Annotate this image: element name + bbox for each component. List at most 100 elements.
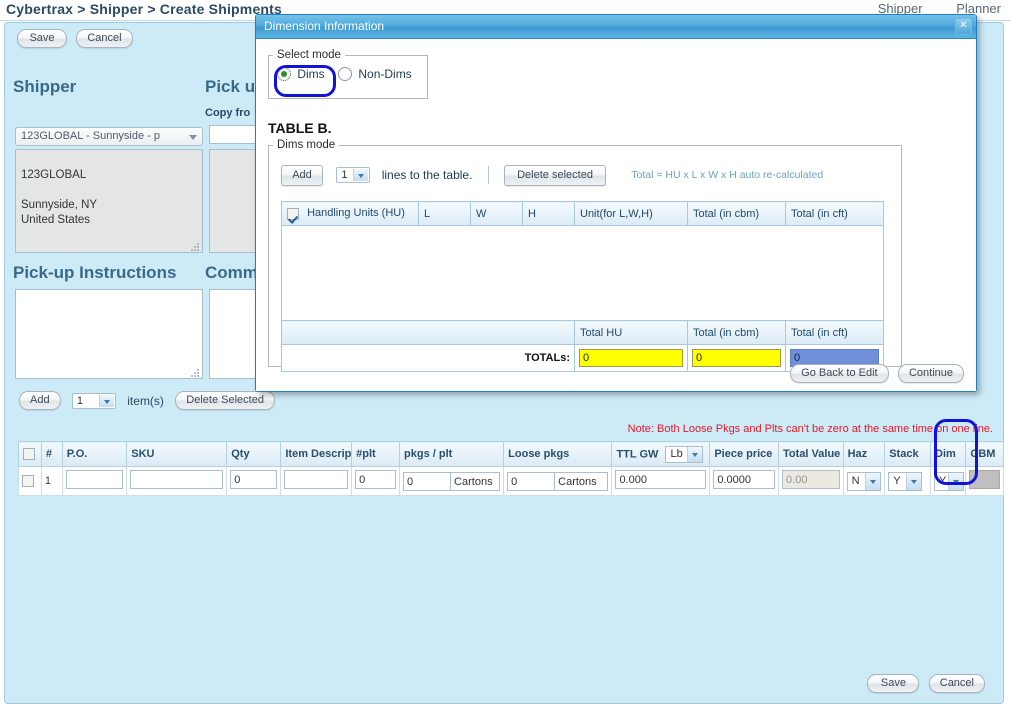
resize-grip-icon[interactable] xyxy=(191,368,200,377)
col-pkgs-per-plt: pkgs / plt xyxy=(399,441,505,467)
continue-button[interactable]: Continue xyxy=(897,364,964,383)
add-item-button[interactable]: Add xyxy=(19,391,61,410)
consignee-address-box xyxy=(209,149,261,253)
loose-pkgs-unit-input[interactable]: Cartons xyxy=(555,471,609,491)
dims-col-hu: Handling Units (HU) xyxy=(281,201,419,226)
qty-input[interactable]: 0 xyxy=(230,470,278,489)
dimension-information-dialog: Dimension Information ✕ Select mode Dims… xyxy=(255,14,977,392)
col-total-value: Total Value xyxy=(778,441,844,467)
bottom-cancel-button[interactable]: Cancel xyxy=(928,674,985,693)
ttl-gw-unit-select[interactable]: Lb xyxy=(665,445,704,463)
cell-number: 1 xyxy=(40,466,63,496)
col-item-description: Item Descrip xyxy=(280,441,353,467)
items-toolbar: Add 1 item(s) Delete Selected xyxy=(19,391,275,410)
comments-textarea[interactable] xyxy=(209,289,261,379)
po-input[interactable] xyxy=(65,470,124,489)
sku-input[interactable] xyxy=(130,470,224,489)
dialog-title-bar[interactable]: Dimension Information ✕ xyxy=(256,15,976,39)
total-value-input: 0.00 xyxy=(782,470,840,489)
total-cbm-input[interactable]: 0 xyxy=(692,349,781,367)
pickup-heading: Pick up xyxy=(205,77,261,96)
cell-select xyxy=(18,466,42,496)
dims-col-h: H xyxy=(522,201,575,226)
col-ttl-gw-label: TTL GW xyxy=(616,447,659,460)
delete-selected-items-button[interactable]: Delete Selected xyxy=(175,391,275,410)
comments-heading: Comme xyxy=(205,263,261,282)
total-hu-input[interactable]: 0 xyxy=(579,349,683,367)
totals-word-label: TOTALs: xyxy=(281,344,575,372)
dims-radio[interactable] xyxy=(277,66,291,81)
resize-grip-icon[interactable] xyxy=(191,242,200,251)
dims-empty-body-row xyxy=(281,225,884,321)
dialog-body: Select mode Dims Non-Dims TABLE B. Dims … xyxy=(256,39,976,391)
lines-count-value: 1 xyxy=(341,168,348,181)
cbm-input xyxy=(969,470,1000,489)
select-all-checkbox[interactable] xyxy=(23,448,35,461)
chevron-down-icon xyxy=(906,472,922,490)
dims-col-w: W xyxy=(470,201,523,226)
chevron-down-icon xyxy=(864,472,880,490)
select-mode-group: Select mode Dims Non-Dims xyxy=(268,49,428,99)
dims-total-cft-header: Total (in cft) xyxy=(785,320,884,345)
cell-pkgs-per-plt: 0 Cartons xyxy=(399,466,505,496)
cell-dim: Y xyxy=(930,466,967,496)
shipper-select[interactable]: 123GLOBAL - Sunnyside - p xyxy=(15,127,203,146)
cell-cbm xyxy=(965,466,1004,496)
chevron-down-icon xyxy=(98,394,114,407)
item-description-input[interactable] xyxy=(284,470,349,489)
ttl-gw-unit-value: Lb xyxy=(670,447,683,460)
stack-select[interactable]: Y xyxy=(888,471,923,491)
lines-count-select[interactable]: 1 xyxy=(336,166,371,183)
go-back-to-edit-button[interactable]: Go Back to Edit xyxy=(790,364,889,383)
pkgs-per-plt-group: 0 Cartons xyxy=(403,471,501,491)
col-qty: Qty xyxy=(226,441,282,467)
pkgs-per-plt-qty-input[interactable]: 0 xyxy=(403,471,452,491)
pkgs-per-plt-unit-input[interactable]: Cartons xyxy=(451,471,501,491)
top-save-button[interactable]: Save xyxy=(17,29,67,48)
dim-select[interactable]: Y xyxy=(934,471,965,491)
bottom-save-button[interactable]: Save xyxy=(867,674,920,693)
haz-select[interactable]: N xyxy=(846,471,881,491)
shipper-heading: Shipper xyxy=(13,77,77,96)
non-dims-radio-label: Non-Dims xyxy=(358,66,412,81)
top-action-bar: Save Cancel xyxy=(17,29,139,48)
plt-input[interactable]: 0 xyxy=(355,470,397,489)
dims-select-all-checkbox[interactable] xyxy=(287,207,299,220)
non-dims-radio[interactable] xyxy=(338,66,353,81)
col-ttl-gw: TTL GW Lb xyxy=(611,441,711,467)
dims-col-total-cft: Total (in cft) xyxy=(785,201,884,226)
stack-value: Y xyxy=(893,474,901,487)
copy-from-input[interactable] xyxy=(209,125,261,144)
item-count-select[interactable]: 1 xyxy=(71,392,116,409)
loose-pkgs-qty-input[interactable]: 0 xyxy=(507,471,556,491)
item-count-value: 1 xyxy=(76,394,84,407)
ttl-gw-input[interactable]: 0.000 xyxy=(615,470,707,489)
top-cancel-button[interactable]: Cancel xyxy=(76,29,133,48)
pickup-instructions-textarea[interactable] xyxy=(15,289,203,379)
lines-to-table-label: lines to the table. xyxy=(381,167,473,182)
dims-empty-area xyxy=(281,225,884,321)
dims-total-cbm-cell: 0 xyxy=(687,344,786,372)
delete-selected-lines-button[interactable]: Delete selected xyxy=(504,165,606,186)
cell-haz: N xyxy=(842,466,886,496)
piece-price-input[interactable]: 0.0000 xyxy=(713,470,776,489)
close-icon[interactable]: ✕ xyxy=(955,18,972,35)
row-select-checkbox[interactable] xyxy=(22,475,34,488)
cell-item-description xyxy=(280,466,353,496)
col-sku: SKU xyxy=(126,441,228,467)
dims-mode-group: Dims mode Add 1 lines to the table. Dele… xyxy=(268,139,902,372)
col-dim: Dim xyxy=(930,441,967,467)
select-mode-legend: Select mode xyxy=(277,49,341,61)
copy-from-label: Copy fro xyxy=(205,107,251,119)
dialog-footer: Go Back to Edit Continue xyxy=(784,364,964,383)
toolbar-divider xyxy=(487,165,489,184)
cell-total-value: 0.00 xyxy=(778,466,844,496)
cell-qty: 0 xyxy=(226,466,282,496)
add-lines-button[interactable]: Add xyxy=(281,165,323,186)
cell-stack: Y xyxy=(884,466,932,496)
col-plt: #plt xyxy=(351,441,401,467)
table-b-label: TABLE B. xyxy=(268,120,332,136)
cell-ttl-gw: 0.000 xyxy=(611,466,711,496)
cell-plt: 0 xyxy=(351,466,401,496)
shipper-address-text: 123GLOBAL Sunnyside, NY United States xyxy=(21,169,98,226)
